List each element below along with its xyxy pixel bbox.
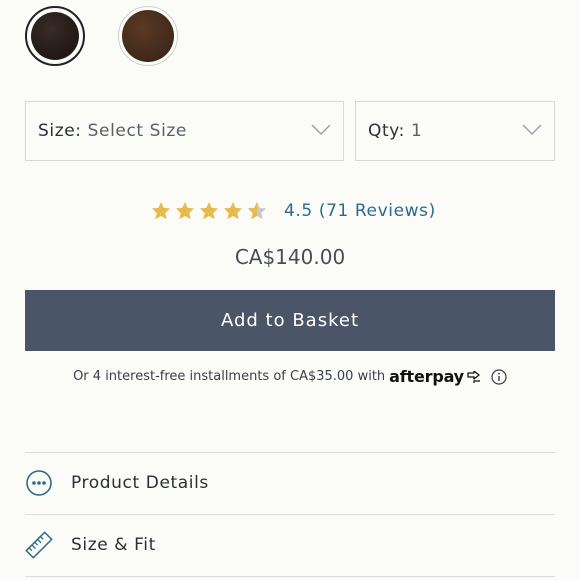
- quantity-select-value: 1: [411, 121, 423, 141]
- star-icon: [175, 201, 195, 220]
- add-to-basket-button[interactable]: Add to Basket: [25, 290, 555, 351]
- quantity-select[interactable]: Qty: 1: [355, 101, 555, 161]
- quantity-select-label: Qty:: [368, 121, 405, 141]
- ruler-icon: [25, 531, 53, 559]
- star-icon: [151, 201, 171, 220]
- size-select-label: Size:: [38, 121, 82, 141]
- color-swatch[interactable]: [118, 6, 178, 66]
- product-price: CA$140.00: [234, 245, 346, 269]
- size-select[interactable]: Size: Select Size: [25, 101, 344, 161]
- product-rating[interactable]: 4.5 (71 Reviews): [150, 200, 436, 222]
- chevron-down-icon: [522, 124, 542, 135]
- star-icon: [223, 201, 243, 220]
- afterpay-logo: afterpay: [389, 367, 483, 386]
- swatch-fill: [122, 10, 174, 62]
- size-select-value: Select Size: [87, 121, 187, 141]
- accordion-product-details[interactable]: Product Details: [25, 453, 555, 513]
- info-icon[interactable]: [491, 368, 507, 385]
- swatch-fill: [31, 12, 79, 60]
- divider: [25, 576, 555, 577]
- accordion-label: Product Details: [71, 473, 209, 493]
- chevron-down-icon: [311, 124, 331, 135]
- accordion-label: Size & Fit: [71, 535, 156, 555]
- ellipsis-circle-icon: [26, 470, 52, 496]
- afterpay-brand: afterpay: [389, 367, 464, 386]
- accordion-size-fit[interactable]: Size & Fit: [25, 515, 555, 575]
- star-icon: [199, 201, 219, 220]
- afterpay-message: Or 4 interest-free installments of CA$35…: [0, 367, 580, 386]
- reviews-link[interactable]: 4.5 (71 Reviews): [284, 201, 436, 221]
- color-swatch-selected[interactable]: [25, 6, 85, 66]
- star-half-icon: [247, 201, 267, 220]
- afterpay-badge-icon: [467, 370, 480, 383]
- afterpay-text: Or 4 interest-free installments of CA$35…: [73, 369, 386, 384]
